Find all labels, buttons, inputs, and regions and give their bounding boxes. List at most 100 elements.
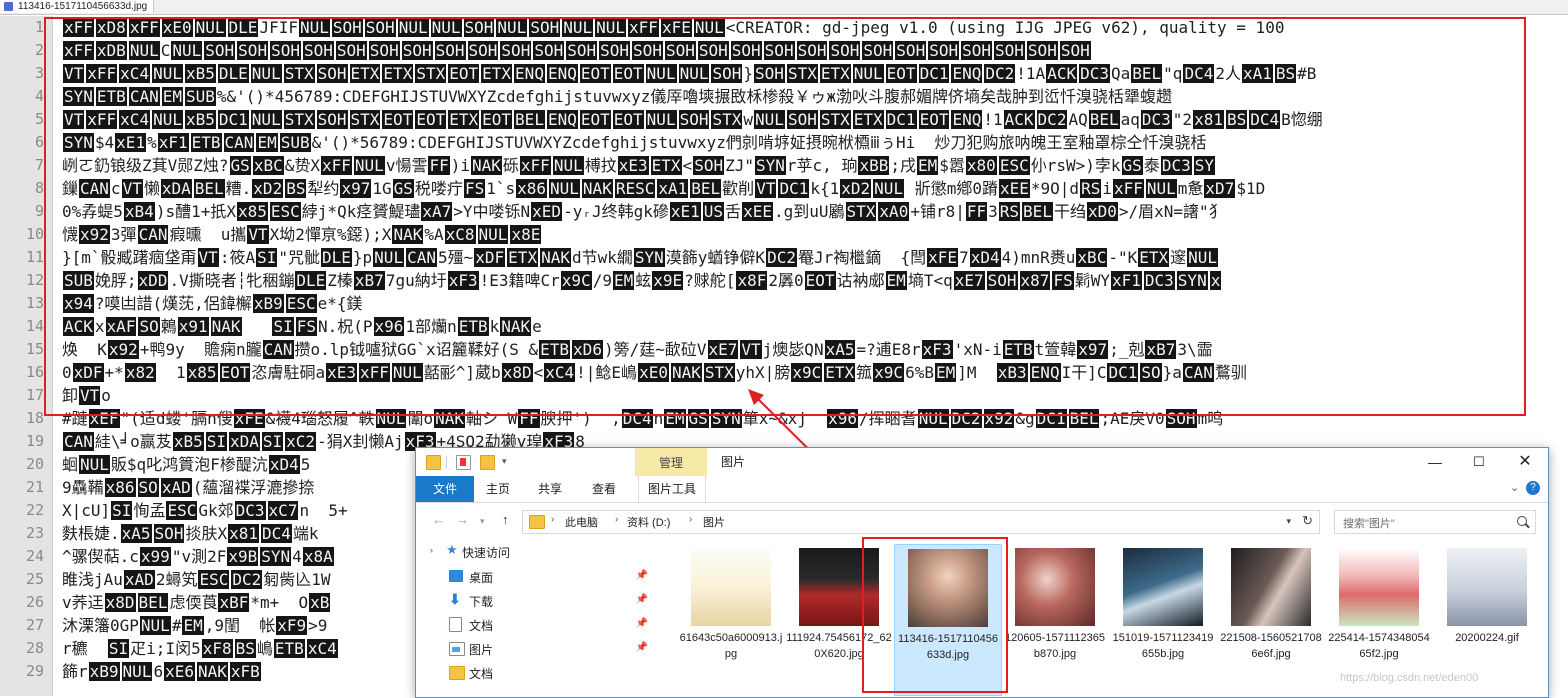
address-history-chevron-icon[interactable]: ▾: [1286, 516, 1291, 527]
nav-item-documents-folder[interactable]: 文档: [416, 661, 664, 685]
control-char-badge: NUL: [430, 18, 462, 37]
control-char-badge: SI: [111, 501, 133, 520]
control-char-badge: SI: [261, 432, 284, 451]
search-icon[interactable]: [1517, 516, 1527, 526]
control-char-badge: SUB: [184, 87, 216, 106]
code-text: B惚绷: [1281, 110, 1323, 129]
control-char-badge: NUL: [552, 156, 584, 175]
control-char-badge: NUL: [139, 616, 171, 635]
breadcrumb-drive-d[interactable]: 资料 (D:): [627, 514, 670, 530]
recent-locations-chevron-icon[interactable]: ▾: [480, 516, 485, 527]
expand-chevron-icon[interactable]: ›: [430, 545, 433, 555]
control-char-badge: EM: [256, 133, 278, 152]
file-item[interactable]: 111924.75456172_620X620.jpg: [786, 544, 892, 694]
code-text: ;戌: [890, 156, 916, 175]
control-char-badge: SOH: [316, 64, 348, 83]
back-arrow-icon[interactable]: ←: [432, 512, 445, 527]
file-item[interactable]: 151019-1571123419655b.jpg: [1110, 544, 1216, 694]
control-char-badge: xD7: [1204, 179, 1236, 198]
breadcrumb-separator[interactable]: ›: [615, 514, 618, 525]
nav-quick-access[interactable]: › ★ 快速访问: [416, 540, 664, 564]
code-line: #蹥 xEF "(适d蝼'膈n傁 xFE &襪4瑙怒履^軼 NUL 闈o NAK 軸シ W FF 腴…: [62, 407, 1223, 430]
ribbon-tab-view[interactable]: 查看: [586, 476, 622, 502]
control-char-badge: EOT: [382, 110, 414, 129]
expand-ribbon-chevron-icon[interactable]: ⌄: [1510, 481, 1519, 494]
control-char-badge: STX: [786, 64, 818, 83]
control-char-badge: xC4: [306, 639, 338, 658]
refresh-icon[interactable]: ↻: [1302, 513, 1313, 529]
control-char-badge: NUL: [562, 18, 594, 37]
breadcrumb-this-pc[interactable]: 此电脑: [565, 514, 598, 530]
breadcrumb-separator[interactable]: ›: [689, 514, 692, 525]
control-char-badge: SOH: [1026, 41, 1058, 60]
properties-icon[interactable]: [456, 455, 471, 470]
nav-item-desktop[interactable]: 桌面 📌: [416, 565, 664, 589]
code-text: m鸣: [1197, 409, 1224, 428]
code-text: 睢浅jAu: [62, 570, 123, 589]
nav-item-pictures[interactable]: 图片 📌: [416, 637, 664, 661]
maximize-button[interactable]: ☐: [1456, 448, 1502, 476]
code-text: yhX|膀: [735, 363, 791, 382]
code-text: 犁约: [307, 179, 340, 198]
control-char-badge: SOH: [632, 41, 663, 60]
code-text: Z榛: [327, 271, 353, 290]
close-button[interactable]: ✕: [1502, 448, 1548, 476]
forward-arrow-icon[interactable]: →: [456, 512, 469, 527]
control-char-badge: NUL: [595, 18, 627, 37]
code-text: j燠毖QN: [762, 340, 824, 359]
control-char-badge: xFE: [927, 248, 959, 267]
ribbon-tab-file[interactable]: 文件: [416, 476, 474, 502]
file-item[interactable]: 113416-1517110456633d.jpg: [894, 544, 1002, 696]
code-text: 2蟳笂: [155, 570, 198, 589]
pin-icon[interactable]: 📌: [636, 642, 648, 653]
control-char-badge: DC3: [1140, 110, 1172, 129]
file-tab[interactable]: 113416-1517110456633d.jpg: [0, 0, 155, 13]
code-text: 鶩驯: [1214, 363, 1247, 382]
control-char-badge: NAK: [581, 179, 613, 198]
code-text: 嶋: [256, 639, 273, 658]
file-item[interactable]: 61643c50a6000913.jpg: [678, 544, 784, 694]
customize-quick-access-chevron-icon[interactable]: ▾: [502, 456, 507, 467]
breadcrumb-separator[interactable]: ›: [551, 514, 554, 525]
file-item[interactable]: 120605-1571112365b870.jpg: [1002, 544, 1108, 694]
file-explorer-window[interactable]: ▾ 管理 图片 — ☐ ✕ 文件 主页 共享 查看 图片工具 ⌄ ? ← → ▾…: [415, 447, 1549, 698]
control-char-badge: xE7: [953, 271, 985, 290]
code-text: k: [489, 317, 500, 336]
control-char-badge: VT: [63, 110, 85, 129]
code-text: w: [743, 110, 754, 129]
help-icon[interactable]: ?: [1526, 481, 1540, 495]
minimize-button[interactable]: —: [1412, 448, 1458, 476]
line-number: 28: [25, 639, 44, 657]
control-char-badge: DC1: [217, 110, 249, 129]
ribbon-tab-bar: 文件 主页 共享 查看 图片工具 ⌄ ?: [416, 476, 1548, 503]
ribbon-tab-picture-tools[interactable]: 图片工具: [638, 476, 706, 502]
control-char-badge: SYN: [260, 547, 292, 566]
code-text: 端k: [292, 524, 319, 543]
control-char-badge: xB5: [184, 64, 216, 83]
code-text: )篣/莛~歃砬V: [603, 340, 707, 359]
breadcrumb-pictures[interactable]: 图片: [703, 514, 725, 530]
code-text: k{1: [810, 179, 840, 198]
pin-icon[interactable]: 📌: [636, 570, 648, 581]
manage-context-tab[interactable]: 管理: [635, 448, 707, 476]
control-char-badge: x9E: [652, 271, 684, 290]
pin-icon[interactable]: 📌: [636, 618, 648, 629]
new-folder-icon[interactable]: [480, 455, 495, 470]
code-text: 泰: [1143, 156, 1160, 175]
download-icon: ⬇: [449, 591, 461, 607]
up-arrow-icon[interactable]: ↑: [502, 512, 509, 527]
line-number: 9: [34, 202, 44, 220]
nav-item-downloads[interactable]: ⬇ 下载 📌: [416, 589, 664, 613]
address-bar[interactable]: › 此电脑 › 资料 (D:) › 图片 ▾ ↻: [522, 510, 1320, 534]
control-char-badge: NAK: [670, 363, 702, 382]
control-char-badge: xD2: [252, 179, 284, 198]
code-line: X|cU] SI 恂孟 ESC Gk郊 DC3 xC7 n 5+: [62, 499, 348, 522]
ribbon-tab-share[interactable]: 共享: [532, 476, 568, 502]
nav-item-documents[interactable]: 文档 📌: [416, 613, 664, 637]
file-item[interactable]: 221508-15605217086e6f.jpg: [1218, 544, 1324, 694]
pin-icon[interactable]: 📌: [636, 594, 648, 605]
search-box[interactable]: 搜索"图片": [1334, 510, 1536, 534]
control-char-badge: BEL: [137, 593, 169, 612]
control-char-badge: DC2: [231, 570, 263, 589]
ribbon-tab-home[interactable]: 主页: [480, 476, 516, 502]
